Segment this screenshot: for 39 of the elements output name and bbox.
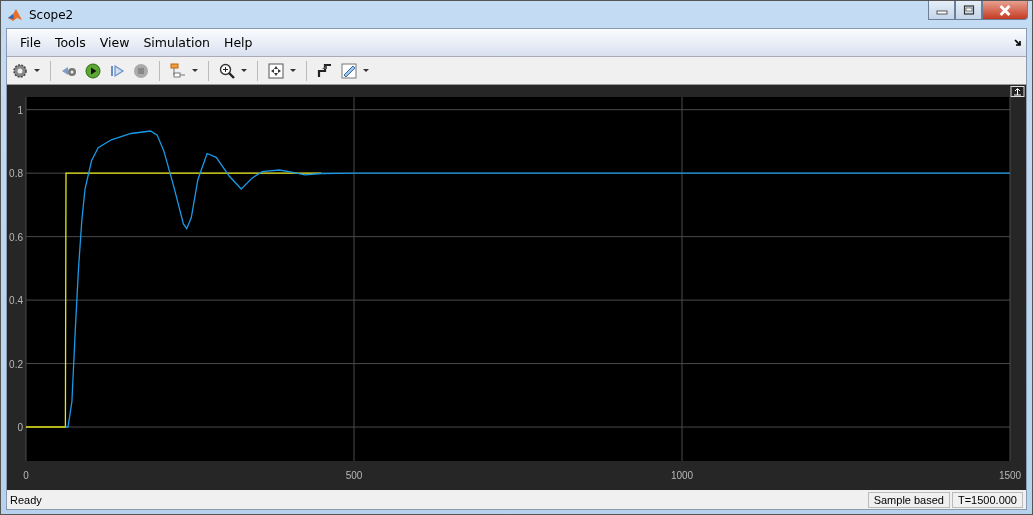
caret-icon[interactable] <box>192 68 198 73</box>
run-icon[interactable] <box>85 62 101 79</box>
caret-icon[interactable] <box>363 68 369 73</box>
settings-icon[interactable] <box>12 62 28 79</box>
tick-label: 0.2 <box>9 358 23 370</box>
close-icon <box>998 4 1012 16</box>
tick-label: 0.6 <box>9 231 23 243</box>
caret-icon[interactable] <box>241 68 247 73</box>
fit-view-icon[interactable] <box>268 62 284 79</box>
step-forward-icon[interactable] <box>109 62 125 79</box>
menu-item[interactable]: Tools <box>47 35 93 50</box>
window-title: Scope2 <box>29 7 74 22</box>
tick-label: 0.4 <box>9 295 23 307</box>
tick-label: 1000 <box>670 470 694 481</box>
maximize-button[interactable] <box>955 1 982 20</box>
undock-icon[interactable] <box>1010 86 1025 97</box>
tick-label: 1500 <box>998 470 1022 481</box>
caret-icon[interactable] <box>34 68 40 73</box>
status-field: Sample based <box>867 491 950 508</box>
stop-icon[interactable] <box>133 62 149 79</box>
tick-label: 0 <box>23 470 29 481</box>
menu-item[interactable]: File <box>13 35 48 50</box>
dock-arrow-icon[interactable] <box>1014 38 1022 47</box>
tick-label: 0.8 <box>9 168 23 180</box>
signal-tree-icon[interactable] <box>170 62 186 79</box>
ruler-icon[interactable] <box>341 62 357 79</box>
menu-item[interactable]: Simulation <box>136 35 217 50</box>
menu-item[interactable]: View <box>92 35 137 50</box>
close-button[interactable] <box>982 1 1028 20</box>
tick-label: 1 <box>17 104 23 116</box>
maximize-icon <box>962 5 975 15</box>
tick-label: 500 <box>345 470 363 481</box>
menu-item[interactable]: Help <box>217 35 260 50</box>
status-field: T=1500.000 <box>951 491 1023 508</box>
caret-icon[interactable] <box>290 68 296 73</box>
step-signal-icon[interactable] <box>317 62 333 79</box>
status-message: Ready <box>10 493 42 506</box>
tick-label: 0 <box>17 422 23 434</box>
zoom-in-icon[interactable] <box>219 62 235 79</box>
